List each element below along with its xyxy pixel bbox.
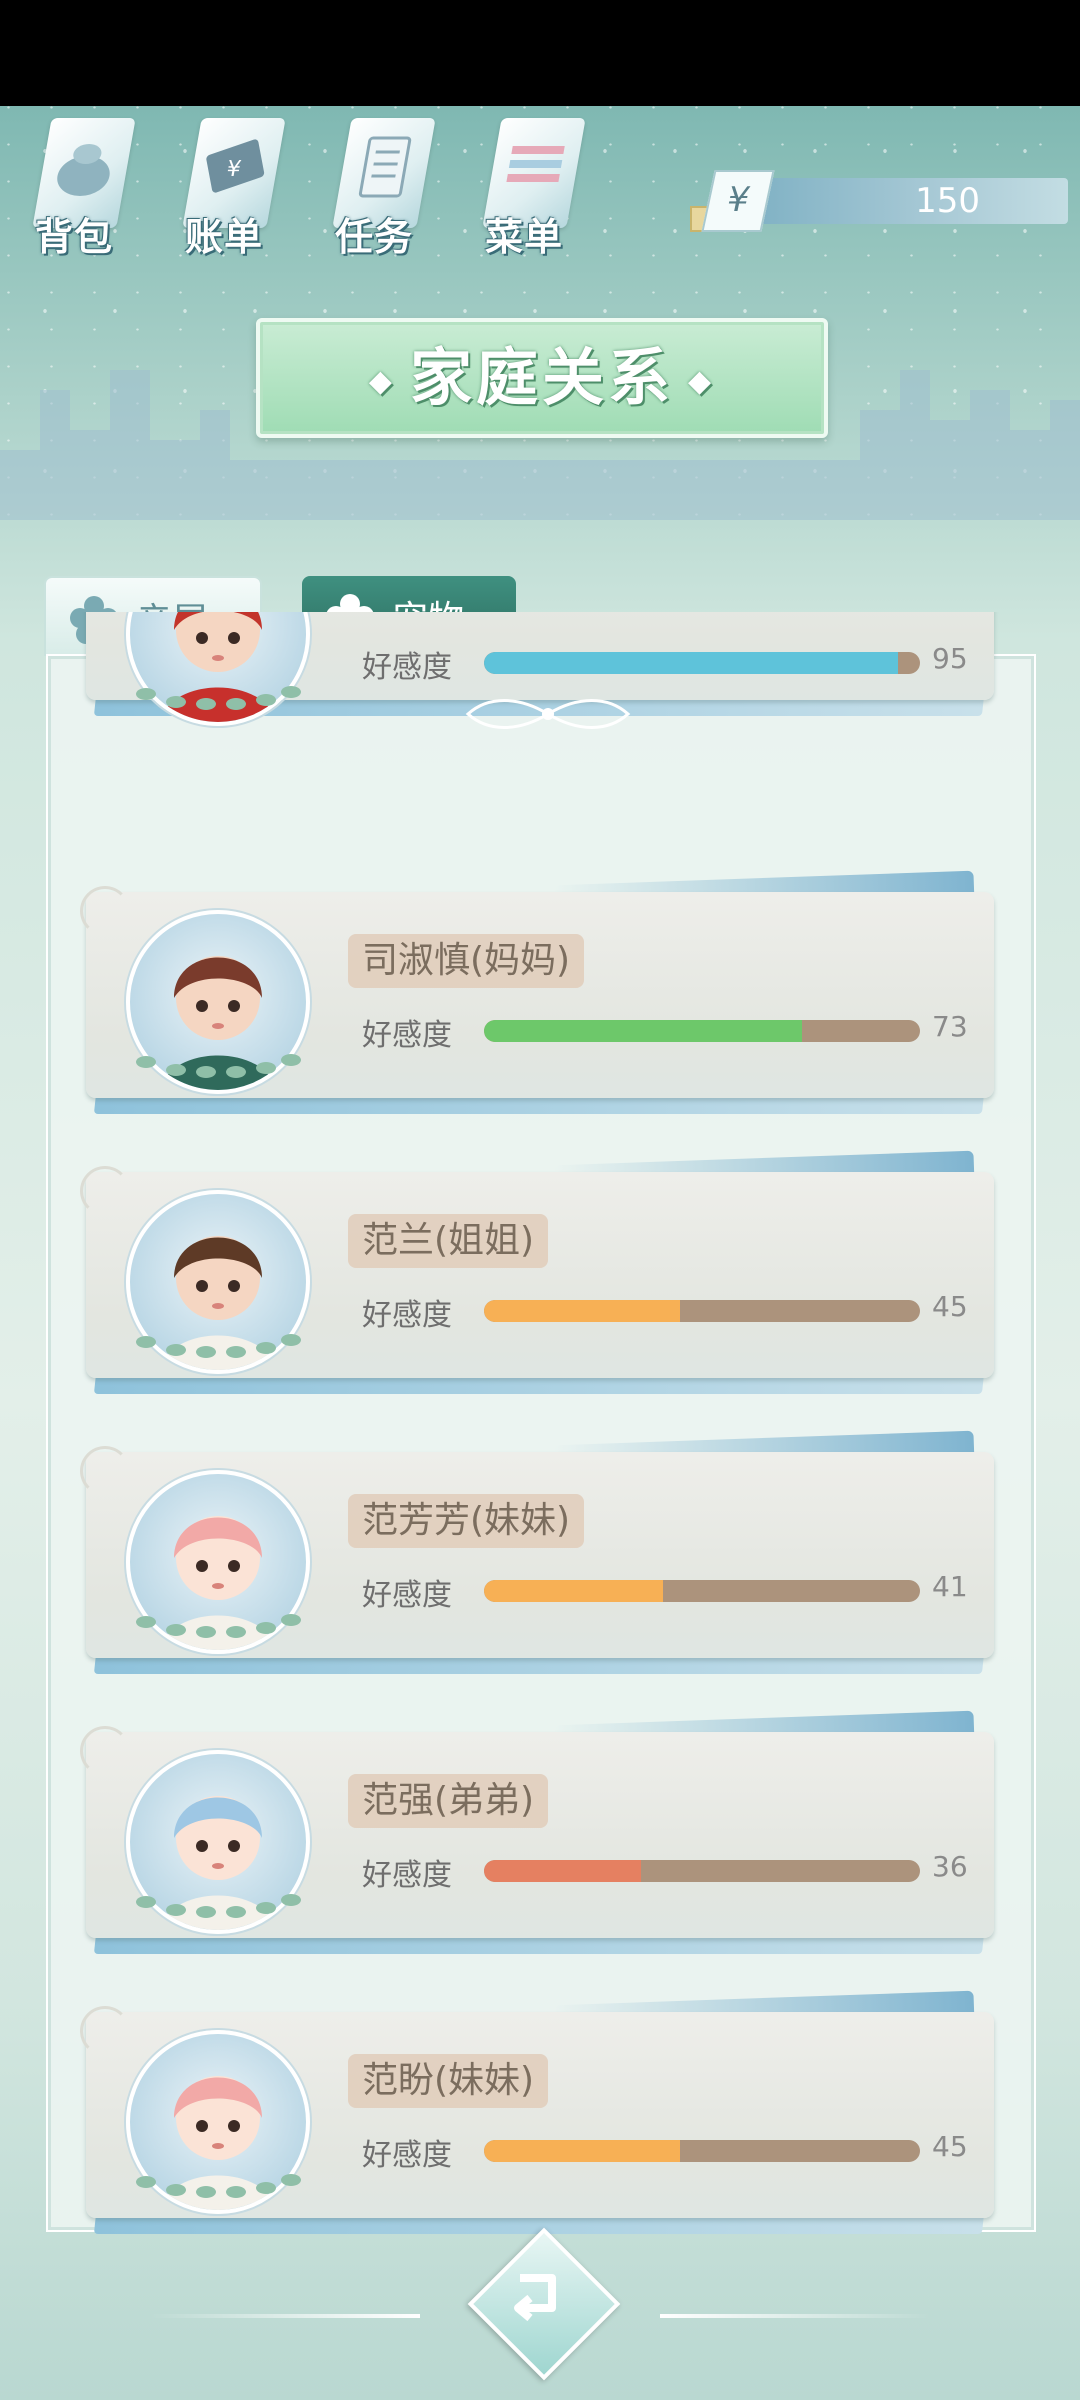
diamond-icon: ◆ bbox=[688, 363, 716, 399]
affection-label: 好感度 bbox=[362, 1578, 452, 1613]
affection-bar bbox=[484, 2140, 920, 2162]
affection-value: 73 bbox=[932, 1010, 968, 1043]
family-member-card[interactable]: 范芳芳(妹妹) 好感度 41 bbox=[80, 1430, 994, 1674]
member-name: 范兰(姐姐) bbox=[348, 1214, 549, 1268]
bill-button[interactable]: ¥ 账单 bbox=[164, 118, 286, 259]
page-title: 家庭关系 bbox=[409, 341, 674, 414]
affection-bar bbox=[484, 1580, 920, 1602]
bottom-divider-left bbox=[150, 2314, 420, 2318]
member-name: 范芳芳(妹妹) bbox=[348, 1494, 585, 1548]
affection-label: 好感度 bbox=[362, 2138, 452, 2173]
affection-bar bbox=[484, 652, 920, 674]
currency-bar bbox=[750, 178, 1068, 224]
affection-bar bbox=[484, 1020, 920, 1042]
back-button[interactable] bbox=[467, 2227, 621, 2381]
affection-label: 好感度 bbox=[362, 650, 452, 685]
affection-bar-fill bbox=[484, 2140, 681, 2162]
leaf-decoration-icon bbox=[136, 1894, 301, 1918]
affection-bar bbox=[484, 1860, 920, 1882]
diamond-icon: ◆ bbox=[368, 363, 396, 399]
member-name: 司淑慎(妈妈) bbox=[348, 934, 585, 988]
affection-label: 好感度 bbox=[362, 1018, 452, 1053]
status-bar bbox=[0, 0, 1080, 106]
leaf-decoration-icon bbox=[136, 1054, 301, 1078]
task-label: 任务 bbox=[334, 215, 413, 259]
affection-bar-fill bbox=[484, 652, 899, 674]
affection-label: 好感度 bbox=[362, 1858, 452, 1893]
currency-display: ¥ 150 bbox=[690, 170, 1070, 232]
affection-value: 36 bbox=[932, 1850, 968, 1883]
ornament-icon bbox=[465, 699, 631, 729]
return-icon bbox=[514, 2274, 556, 2322]
affection-value: 95 bbox=[932, 642, 968, 675]
leaf-decoration-icon bbox=[136, 1614, 301, 1638]
affection-bar-fill bbox=[484, 1300, 681, 1322]
bottom-divider-right bbox=[660, 2314, 930, 2318]
menu-button[interactable]: 菜单 bbox=[464, 118, 586, 259]
affection-value: 41 bbox=[932, 1570, 968, 1603]
family-member-card[interactable]: 范盼(妹妹) 好感度 45 bbox=[80, 1990, 994, 2234]
affection-label: 好感度 bbox=[362, 1298, 452, 1333]
family-member-card[interactable]: 范强(弟弟) 好感度 36 bbox=[80, 1710, 994, 1954]
leaf-decoration-icon bbox=[136, 2174, 301, 2198]
leaf-decoration-icon bbox=[136, 686, 301, 710]
affection-value: 45 bbox=[932, 2130, 968, 2163]
affection-value: 45 bbox=[932, 1290, 968, 1323]
bag-button[interactable]: 背包 bbox=[14, 118, 136, 259]
currency-amount: 150 bbox=[915, 181, 980, 221]
member-name: 范盼(妹妹) bbox=[348, 2054, 549, 2108]
affection-bar-fill bbox=[484, 1580, 663, 1602]
family-member-card[interactable]: 范兰(姐姐) 好感度 45 bbox=[80, 1150, 994, 1394]
page-title-banner: ◆ 家庭关系 ◆ bbox=[256, 318, 828, 438]
family-member-card[interactable]: 司淑慎(妈妈) 好感度 73 bbox=[80, 870, 994, 1114]
leaf-decoration-icon bbox=[136, 1334, 301, 1358]
bill-label: 账单 bbox=[184, 215, 263, 259]
affection-bar-fill bbox=[484, 1020, 803, 1042]
task-button[interactable]: 任务 bbox=[314, 118, 436, 259]
member-name: 范强(弟弟) bbox=[348, 1774, 549, 1828]
affection-bar bbox=[484, 1300, 920, 1322]
affection-bar-fill bbox=[484, 1860, 641, 1882]
bag-label: 背包 bbox=[34, 215, 113, 259]
menu-label: 菜单 bbox=[484, 215, 563, 259]
